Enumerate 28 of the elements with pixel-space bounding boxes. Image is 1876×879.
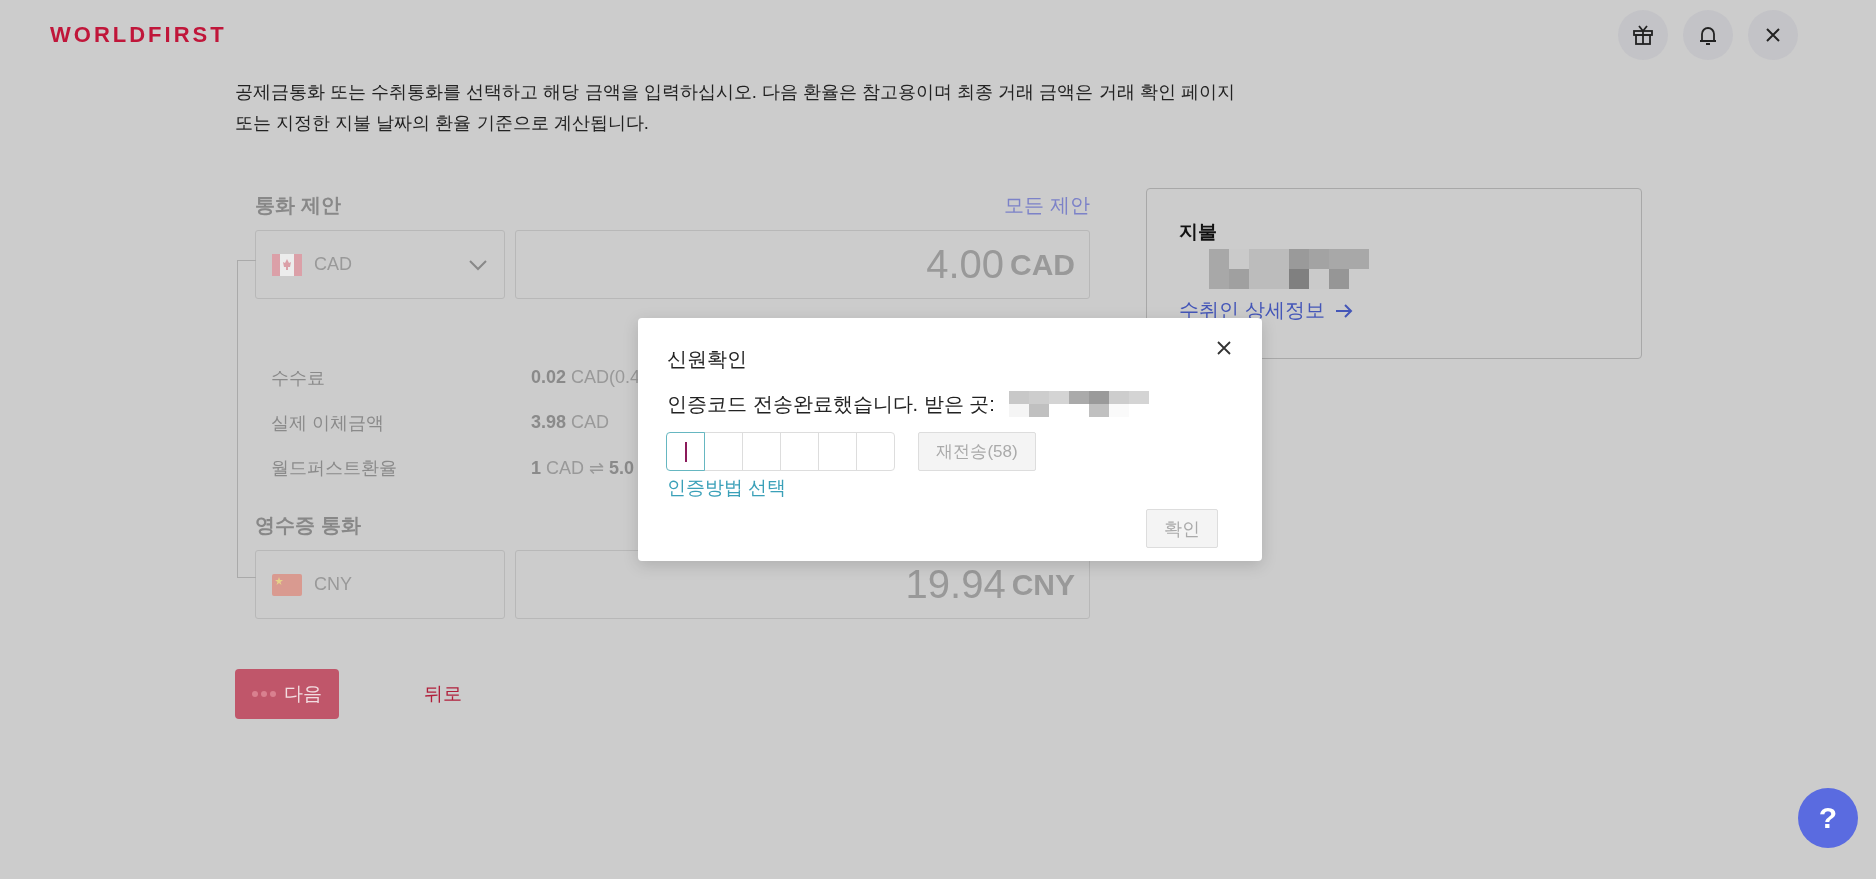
fee-label: 월드퍼스트환율 — [271, 456, 398, 480]
section-label: 통화 제안 — [255, 192, 341, 218]
intro-text: 공제금통화 또는 수취통화를 선택하고 해당 금액을 입력하십시오. 다음 환율은 참고용이며 최종 거래 금액은 거래 확인 페이지 또는 지정한 지불 날짜의 환율 기준으로 계산됩니다. — [235, 80, 1236, 135]
fee-label: 수수료 — [271, 366, 326, 390]
code-digit-field[interactable] — [666, 432, 705, 471]
close-icon[interactable] — [1748, 10, 1798, 60]
verification-method-link[interactable]: 인증방법 선택 — [667, 475, 787, 501]
all-offers-link[interactable]: 모든 제안 — [1004, 191, 1090, 219]
dialog-message: 인증코드 전송완료했습니다. 받은 곳: — [667, 391, 995, 417]
arrow-right-icon — [1334, 302, 1353, 319]
card-title: 지불 — [1179, 220, 1217, 244]
code-digit-field[interactable] — [818, 432, 857, 471]
gift-icon[interactable] — [1618, 10, 1668, 60]
code-digit-field[interactable] — [742, 432, 781, 471]
code-digit-field[interactable] — [856, 432, 895, 471]
chevron-down-icon — [468, 258, 488, 271]
logo[interactable]: WORLDFIRST — [50, 22, 227, 48]
bell-icon[interactable] — [1683, 10, 1733, 60]
next-button[interactable]: 다음 — [235, 669, 339, 719]
section-label: 영수증 통화 — [255, 512, 361, 538]
code-digit-field[interactable] — [780, 432, 819, 471]
help-button[interactable]: ? — [1798, 788, 1858, 848]
flag-icon — [272, 573, 302, 596]
fee-label: 실제 이체금액 — [271, 411, 385, 435]
flag-icon — [272, 253, 302, 276]
dialog-title: 신원확인 — [667, 347, 748, 372]
back-link[interactable]: 뒤로 — [424, 681, 462, 707]
code-digit-field[interactable] — [704, 432, 743, 471]
